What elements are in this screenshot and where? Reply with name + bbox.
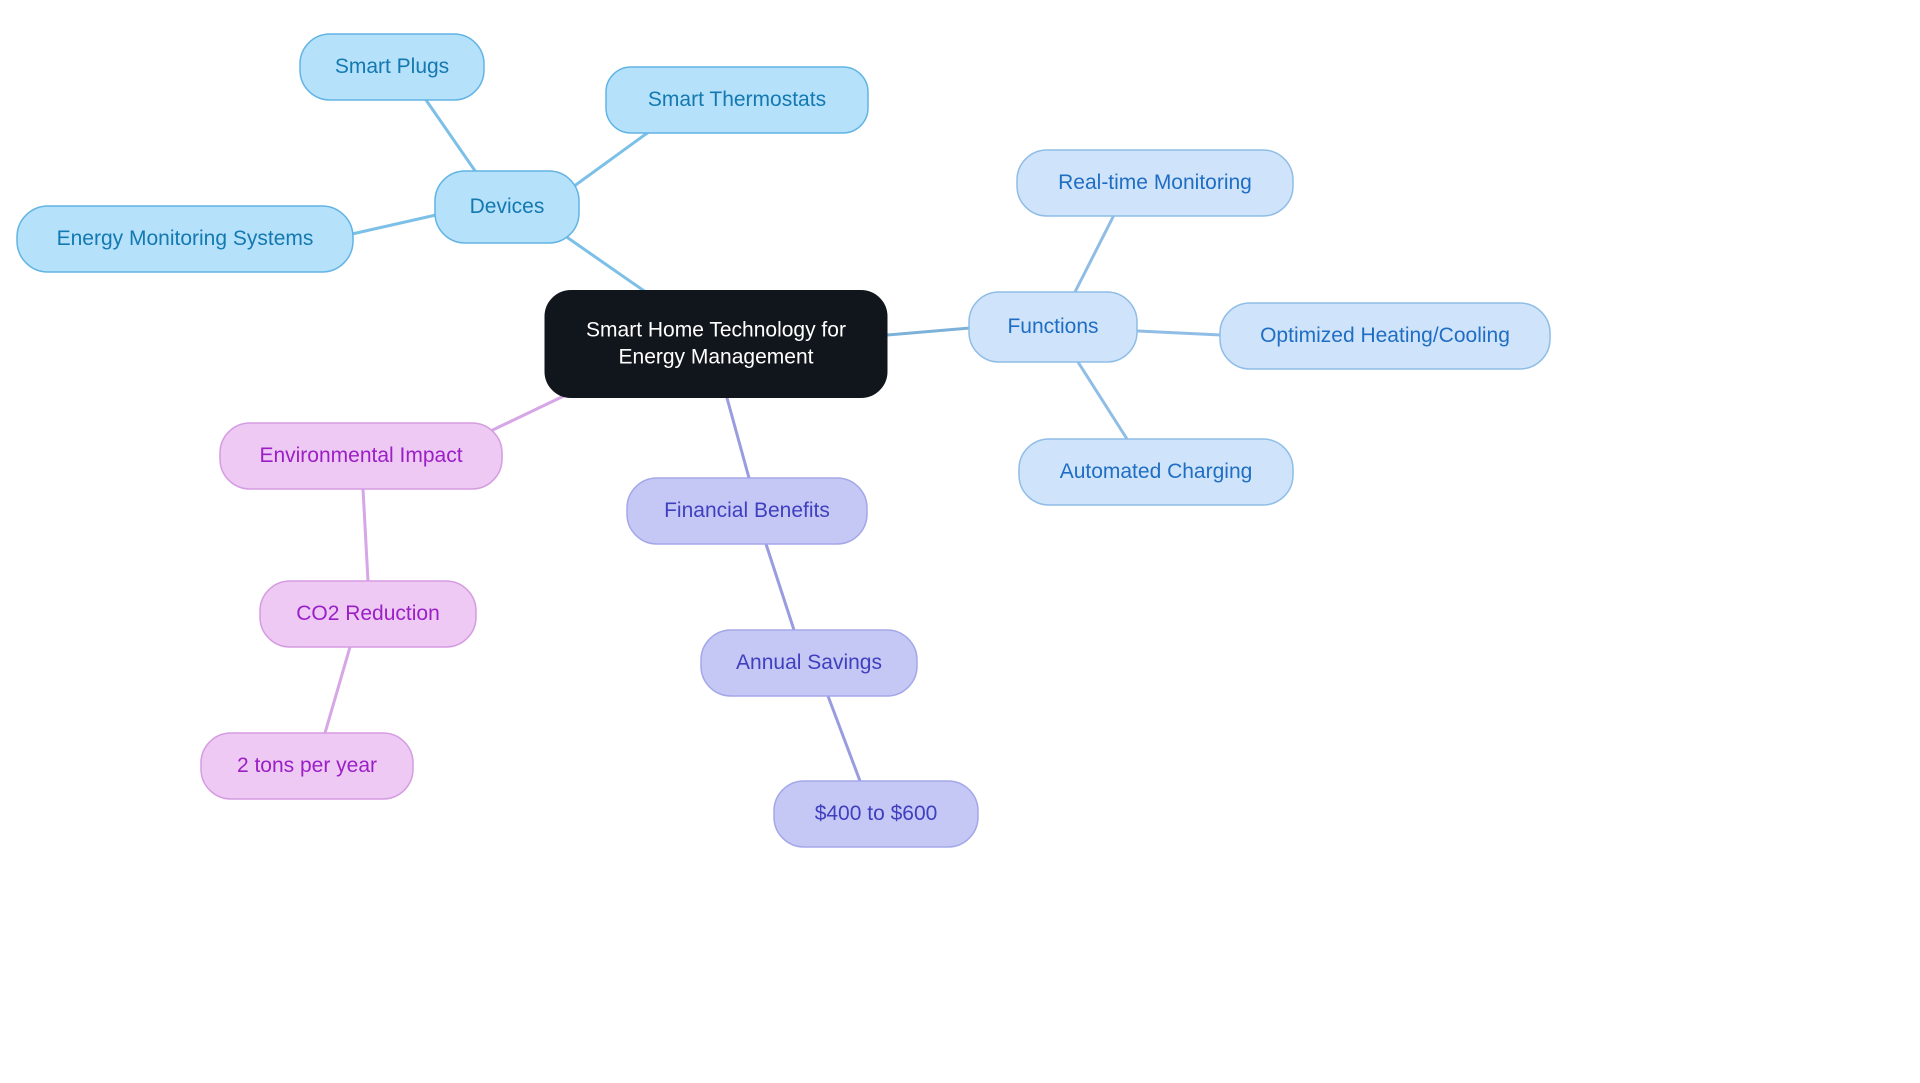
node-functions[interactable]: Functions [968,291,1138,363]
node-label-line: Annual Savings [736,651,882,674]
edge-co2-value [323,645,352,735]
node-label-devices: Devices [470,195,545,218]
edge-root-devices [566,236,652,297]
node-label-smart-plugs: Smart Plugs [335,55,449,78]
node-label-line: Functions [1007,315,1098,338]
node-label-line: Devices [470,195,545,218]
node-label-real-time-monitoring: Real-time Monitoring [1058,171,1252,194]
node-energy-monitoring-systems[interactable]: Energy Monitoring Systems [16,205,354,273]
node-label-functions: Functions [1007,315,1098,338]
node-co2-reduction-value[interactable]: 2 tons per year [200,732,414,800]
edge-devices-energy-monitor [350,213,438,236]
edge-devices-smart-plugs [424,98,482,180]
node-label-environmental-impact: Environmental Impact [259,444,462,467]
node-label-line: Optimized Heating/Cooling [1260,324,1510,347]
nodes-layer: Smart Home Technology for Energy Manageme… [16,33,1551,848]
edge-annual-value [826,694,862,783]
edge-functions-optimized [1136,329,1223,337]
edge-functions-realtime [1073,215,1115,294]
node-label-line: 2 tons per year [237,754,377,777]
node-label-financial-benefits: Financial Benefits [664,499,830,522]
node-label-optimized-heating-cooling: Optimized Heating/Cooling [1260,324,1510,347]
edge-functions-automated [1076,360,1129,441]
node-annual-savings[interactable]: Annual Savings [700,629,918,697]
node-annual-savings-value[interactable]: $400 to $600 [773,780,979,848]
node-label-line: Smart Home Technology for [586,318,846,341]
node-label-line: Energy Management [619,345,814,368]
node-smart-plugs[interactable]: Smart Plugs [299,33,485,101]
node-label-annual-savings: Annual Savings [736,651,882,674]
node-label-line: Smart Plugs [335,55,449,78]
node-label-line: Financial Benefits [664,499,830,522]
mindmap-canvas: Smart Home Technology for Energy Manageme… [0,0,1920,1083]
node-root[interactable]: Smart Home Technology for Energy Manageme… [544,290,888,398]
node-label-line: Environmental Impact [259,444,462,467]
node-label-line: Energy Monitoring Systems [57,227,314,250]
node-label-line: Automated Charging [1060,460,1253,483]
node-label-co2-reduction: CO2 Reduction [296,602,440,625]
node-label-smart-thermostats: Smart Thermostats [648,88,826,111]
node-label-line: CO2 Reduction [296,602,440,625]
node-automated-charging[interactable]: Automated Charging [1018,438,1294,506]
node-label-co2-reduction-value: 2 tons per year [237,754,377,777]
node-real-time-monitoring[interactable]: Real-time Monitoring [1016,149,1294,217]
node-devices[interactable]: Devices [434,170,580,244]
node-smart-thermostats[interactable]: Smart Thermostats [605,66,869,134]
node-label-line: Smart Thermostats [648,88,826,111]
edge-environmental-co2 [361,487,370,583]
node-label-annual-savings-value: $400 to $600 [815,802,938,825]
node-label-line: Real-time Monitoring [1058,171,1252,194]
edge-devices-thermostats [564,129,652,194]
mindmap-svg: Smart Home Technology for Energy Manageme… [16,33,1551,848]
edge-financial-annual [764,542,796,632]
node-optimized-heating-cooling[interactable]: Optimized Heating/Cooling [1219,302,1551,370]
node-co2-reduction[interactable]: CO2 Reduction [259,580,477,648]
edge-root-financial [725,396,751,480]
node-label-automated-charging: Automated Charging [1060,460,1253,483]
node-financial-benefits[interactable]: Financial Benefits [626,477,868,545]
node-environmental-impact[interactable]: Environmental Impact [219,422,503,490]
node-label-line: $400 to $600 [815,802,938,825]
node-label-energy-monitoring-systems: Energy Monitoring Systems [57,227,314,250]
edge-root-functions [885,326,972,337]
